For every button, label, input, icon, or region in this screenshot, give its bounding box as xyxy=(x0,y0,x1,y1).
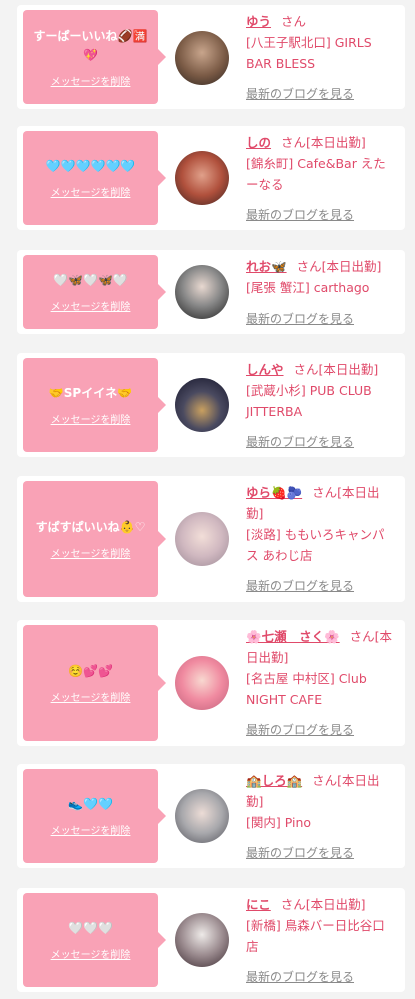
message-text: すぱすぱいいね👶♡ xyxy=(35,520,146,534)
cast-name-link[interactable]: 🌸七瀬 さく🌸 xyxy=(246,629,340,644)
message-bubble: 🤝SPイイネ🤝 メッセージを削除 xyxy=(23,358,166,452)
latest-blog-link[interactable]: 最新のブログを見る xyxy=(246,310,354,327)
cast-info: しんや さん[本日出勤] [武蔵小杉] PUB CLUB JITTERBA xyxy=(246,359,396,422)
delete-message-link[interactable]: メッセージを削除 xyxy=(51,298,131,313)
message-bubble: 🩵🩵🩵🩵🩵🩵 メッセージを削除 xyxy=(23,131,166,225)
delete-message-link[interactable]: メッセージを削除 xyxy=(51,946,131,961)
message-text: 🩵🩵🩵🩵🩵🩵 xyxy=(45,159,136,173)
avatar[interactable] xyxy=(175,265,229,319)
delete-message-link[interactable]: メッセージを削除 xyxy=(51,689,131,704)
message-card: 🤝SPイイネ🤝 メッセージを削除 しんや さん[本日出勤] [武蔵小杉] PUB … xyxy=(17,353,405,457)
cast-suffix: さん xyxy=(281,14,307,29)
message-card: 🤍🤍🤍 メッセージを削除 にこ さん[本日出勤] [新橋] 鳥森バー日比谷口店 最… xyxy=(17,888,405,992)
cast-name-link[interactable]: しんや xyxy=(246,362,284,377)
cast-suffix: さん[本日出勤] xyxy=(281,135,366,150)
avatar[interactable] xyxy=(175,31,229,85)
shop-name: [武蔵小杉] PUB CLUB JITTERBA xyxy=(246,383,372,419)
shop-name: [新橋] 鳥森バー日比谷口店 xyxy=(246,918,385,954)
delete-message-link[interactable]: メッセージを削除 xyxy=(51,411,131,426)
message-bubble: すぱすぱいいね👶♡ メッセージを削除 xyxy=(23,481,166,597)
message-text: すーぱーいいね🏈🈵💖 xyxy=(33,28,148,62)
avatar[interactable] xyxy=(175,913,229,967)
message-bubble: 🤍🤍🤍 メッセージを削除 xyxy=(23,893,166,987)
latest-blog-link[interactable]: 最新のブログを見る xyxy=(246,968,354,985)
delete-message-link[interactable]: メッセージを削除 xyxy=(51,545,131,560)
shop-name: [関内] Pino xyxy=(246,815,312,830)
avatar[interactable] xyxy=(175,512,229,566)
latest-blog-link[interactable]: 最新のブログを見る xyxy=(246,206,354,223)
cast-name-link[interactable]: 🏫しろ🏫 xyxy=(246,773,302,788)
latest-blog-link[interactable]: 最新のブログを見る xyxy=(246,577,354,594)
cast-info: にこ さん[本日出勤] [新橋] 鳥森バー日比谷口店 xyxy=(246,894,396,957)
message-bubble: 👟🩵🩵 メッセージを削除 xyxy=(23,769,166,863)
cast-info: しの さん[本日出勤] [錦糸町] Cafe&Bar えたーなる xyxy=(246,132,396,195)
shop-name: [名古屋 中村区] Club NIGHT CAFE xyxy=(246,671,367,707)
message-bubble: 🤍🦋🤍🦋🤍 メッセージを削除 xyxy=(23,255,166,329)
avatar[interactable] xyxy=(175,656,229,710)
message-card: 🤍🦋🤍🦋🤍 メッセージを削除 れお🦋 さん[本日出勤] [尾張 蟹江] carth… xyxy=(17,250,405,334)
cast-suffix: さん[本日出勤] xyxy=(293,362,379,377)
latest-blog-link[interactable]: 最新のブログを見る xyxy=(246,85,354,102)
shop-name: [八王子駅北口] GIRLS BAR BLESS xyxy=(246,35,372,71)
cast-info: ゆら🍓🫐 さん[本日出勤] [淡路] ももいろキャンパス あわじ店 xyxy=(246,482,396,566)
cast-suffix: さん[本日出勤] xyxy=(280,897,366,912)
cast-name-link[interactable]: ゆら🍓🫐 xyxy=(246,485,302,500)
delete-message-link[interactable]: メッセージを削除 xyxy=(51,184,131,199)
delete-message-link[interactable]: メッセージを削除 xyxy=(51,822,131,837)
cast-info: れお🦋 さん[本日出勤] [尾張 蟹江] carthago xyxy=(246,256,396,298)
cast-name-link[interactable]: しの xyxy=(246,135,271,150)
message-card: 🩵🩵🩵🩵🩵🩵 メッセージを削除 しの さん[本日出勤] [錦糸町] Cafe&Ba… xyxy=(17,126,405,230)
message-card: すーぱーいいね🏈🈵💖 メッセージを削除 ゆう さん [八王子駅北口] GIRLS … xyxy=(17,5,405,109)
cast-name-link[interactable]: にこ xyxy=(246,897,271,912)
message-card: すぱすぱいいね👶♡ メッセージを削除 ゆら🍓🫐 さん[本日出勤] [淡路] ももい… xyxy=(17,476,405,602)
message-text: 👟🩵🩵 xyxy=(68,797,113,811)
message-text: 🤝SPイイネ🤝 xyxy=(48,386,133,400)
cast-name-link[interactable]: ゆう xyxy=(246,14,271,29)
cast-suffix: さん[本日出勤] xyxy=(296,259,382,274)
shop-name: [尾張 蟹江] carthago xyxy=(246,280,370,295)
avatar[interactable] xyxy=(175,151,229,205)
avatar[interactable] xyxy=(175,789,229,843)
latest-blog-link[interactable]: 最新のブログを見る xyxy=(246,721,354,738)
shop-name: [錦糸町] Cafe&Bar えたーなる xyxy=(246,156,386,192)
cast-name-link[interactable]: れお🦋 xyxy=(246,259,287,274)
cast-info: 🌸七瀬 さく🌸 さん[本日出勤] [名古屋 中村区] Club NIGHT CAF… xyxy=(246,626,396,710)
cast-info: ゆう さん [八王子駅北口] GIRLS BAR BLESS xyxy=(246,11,396,74)
message-card: ☺️💕💕 メッセージを削除 🌸七瀬 さく🌸 さん[本日出勤] [名古屋 中村区] … xyxy=(17,620,405,746)
message-text: 🤍🤍🤍 xyxy=(68,921,113,935)
message-bubble: ☺️💕💕 メッセージを削除 xyxy=(23,625,166,741)
message-text: 🤍🦋🤍🦋🤍 xyxy=(53,273,128,287)
latest-blog-link[interactable]: 最新のブログを見る xyxy=(246,433,354,450)
delete-message-link[interactable]: メッセージを削除 xyxy=(51,73,131,88)
latest-blog-link[interactable]: 最新のブログを見る xyxy=(246,844,354,861)
message-text: ☺️💕💕 xyxy=(68,664,113,678)
shop-name: [淡路] ももいろキャンパス あわじ店 xyxy=(246,527,385,563)
message-bubble: すーぱーいいね🏈🈵💖 メッセージを削除 xyxy=(23,10,166,104)
avatar[interactable] xyxy=(175,378,229,432)
message-card: 👟🩵🩵 メッセージを削除 🏫しろ🏫 さん[本日出勤] [関内] Pino 最新のブ… xyxy=(17,764,405,868)
cast-info: 🏫しろ🏫 さん[本日出勤] [関内] Pino xyxy=(246,770,396,833)
